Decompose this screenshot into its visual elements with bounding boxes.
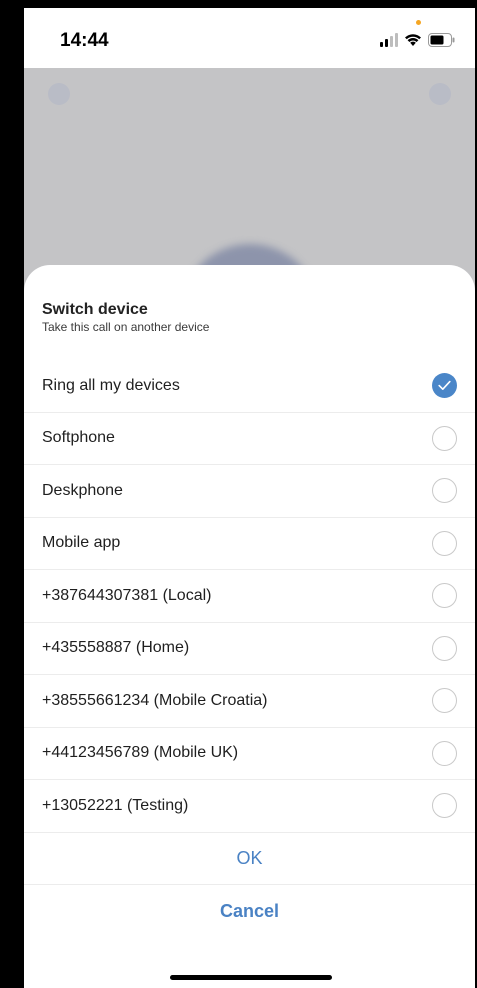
option-softphone[interactable]: Softphone bbox=[24, 413, 475, 465]
sheet-subtitle: Take this call on another device bbox=[42, 320, 210, 334]
status-bar: 14:44 bbox=[24, 8, 475, 68]
backdrop-right-icon bbox=[429, 83, 451, 105]
option-number-mobile-uk[interactable]: +44123456789 (Mobile UK) bbox=[24, 728, 475, 780]
ok-button[interactable]: OK bbox=[24, 832, 475, 885]
screen-border-top bbox=[0, 0, 477, 8]
switch-device-sheet: Switch device Take this call on another … bbox=[24, 265, 475, 988]
option-number-testing[interactable]: +13052221 (Testing) bbox=[24, 780, 475, 833]
option-label: Mobile app bbox=[42, 534, 121, 552]
backdrop-left-icon bbox=[48, 83, 70, 105]
privacy-indicator-dot bbox=[416, 20, 421, 25]
option-mobile-app[interactable]: Mobile app bbox=[24, 518, 475, 570]
radio-unchecked-icon[interactable] bbox=[432, 740, 457, 766]
option-label: +387644307381 (Local) bbox=[42, 586, 212, 604]
option-label: Softphone bbox=[42, 429, 115, 447]
radio-unchecked-icon[interactable] bbox=[432, 530, 457, 556]
option-number-local[interactable]: +387644307381 (Local) bbox=[24, 570, 475, 623]
option-label: +44123456789 (Mobile UK) bbox=[42, 744, 239, 762]
screen-border-left bbox=[0, 0, 24, 988]
cellular-signal-icon bbox=[380, 33, 398, 47]
option-label: Deskphone bbox=[42, 481, 123, 499]
option-number-mobile-croatia[interactable]: +38555661234 (Mobile Croatia) bbox=[24, 675, 475, 728]
radio-unchecked-icon[interactable] bbox=[432, 635, 457, 661]
status-icons bbox=[380, 31, 455, 49]
radio-unchecked-icon[interactable] bbox=[432, 478, 457, 504]
option-ring-all-devices[interactable]: Ring all my devices bbox=[24, 360, 475, 413]
option-label: +435558887 (Home) bbox=[42, 639, 190, 657]
device-options-list: Ring all my devices Softphone Deskphone … bbox=[24, 360, 475, 833]
sheet-title: Switch device bbox=[42, 301, 148, 318]
radio-unchecked-icon[interactable] bbox=[432, 793, 457, 819]
radio-checked-icon[interactable] bbox=[432, 373, 457, 399]
cancel-button[interactable]: Cancel bbox=[24, 885, 475, 938]
option-deskphone[interactable]: Deskphone bbox=[24, 465, 475, 518]
option-number-home[interactable]: +435558887 (Home) bbox=[24, 623, 475, 675]
phone-frame: 14:44 Switch device Take this call on an… bbox=[0, 0, 477, 988]
radio-unchecked-icon[interactable] bbox=[432, 583, 457, 609]
phone-screen: 14:44 Switch device Take this call on an… bbox=[24, 8, 475, 988]
wifi-icon bbox=[404, 33, 422, 47]
status-time: 14:44 bbox=[60, 30, 109, 51]
battery-icon bbox=[428, 33, 455, 47]
radio-unchecked-icon[interactable] bbox=[432, 425, 457, 451]
option-label: +38555661234 (Mobile Croatia) bbox=[42, 691, 268, 709]
option-label: +13052221 (Testing) bbox=[42, 796, 189, 814]
option-label: Ring all my devices bbox=[42, 376, 180, 394]
home-indicator[interactable] bbox=[170, 975, 332, 980]
radio-unchecked-icon[interactable] bbox=[432, 688, 457, 714]
